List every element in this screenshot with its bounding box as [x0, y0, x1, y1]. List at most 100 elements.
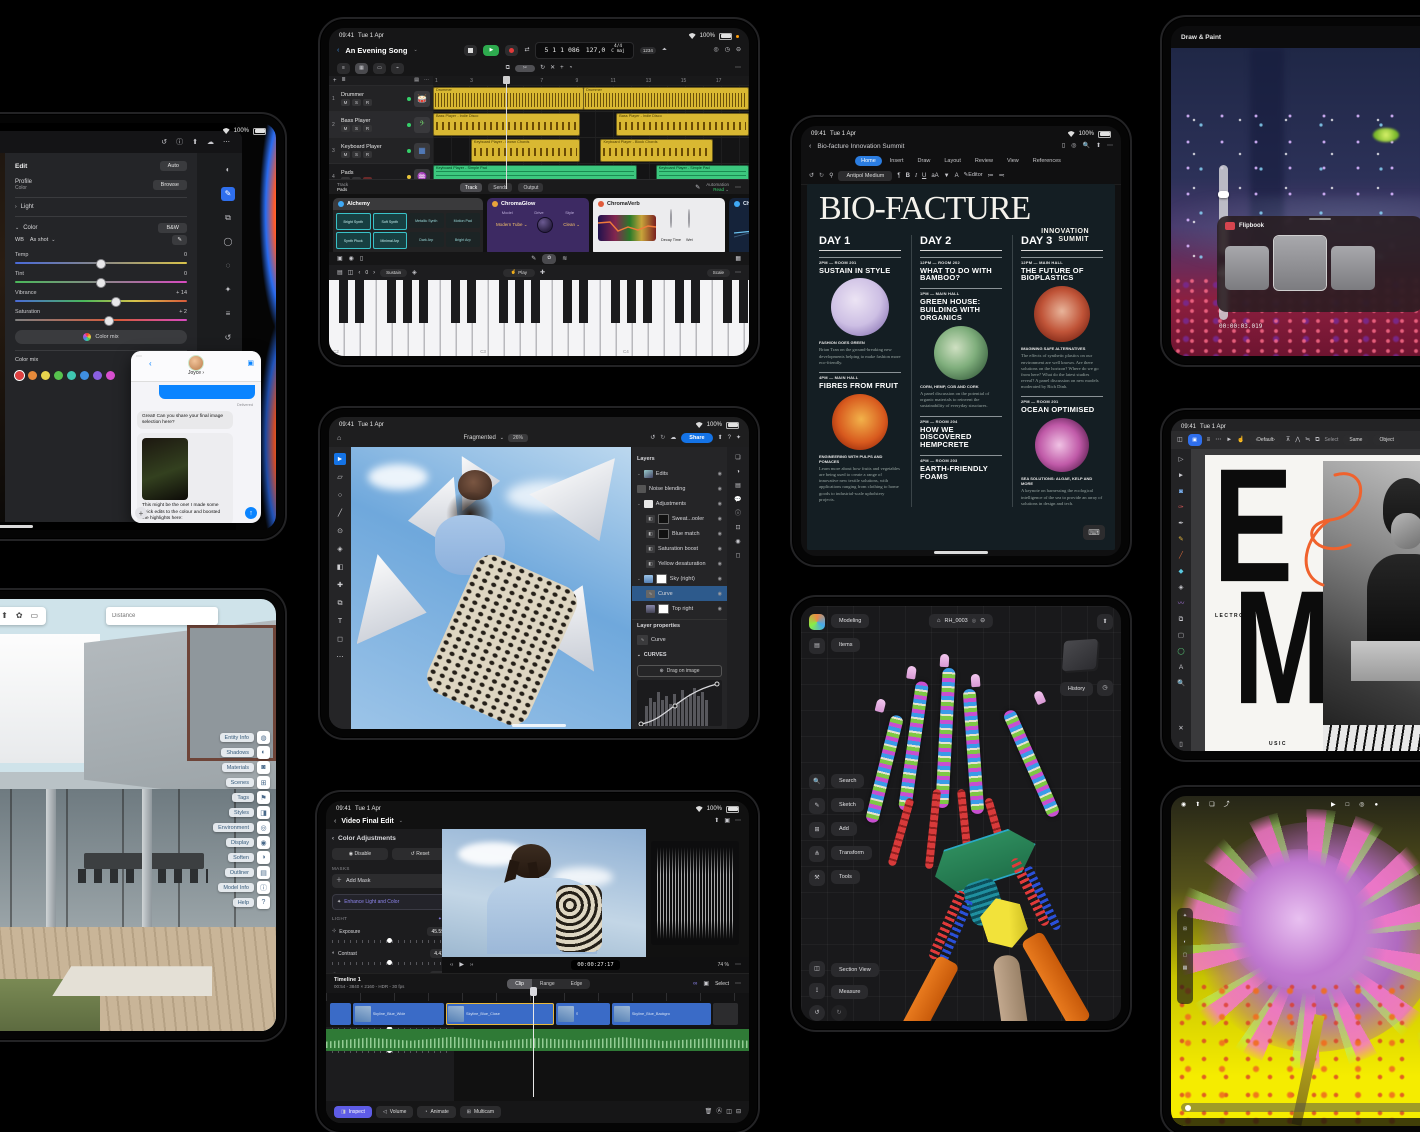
tools-button[interactable]: Tools	[831, 870, 860, 884]
heal-icon[interactable]: ◌	[221, 259, 235, 273]
zoom-level[interactable]: 26%	[508, 434, 528, 442]
track-row-keys[interactable]: 3 Keyboard Player MSR ▦	[329, 138, 433, 164]
render-viewport[interactable]	[1171, 796, 1420, 1126]
tab-review[interactable]: Review	[969, 156, 999, 166]
artboard-tool[interactable]: ◙	[1176, 487, 1187, 498]
vector-brush-tool[interactable]: ✑	[1176, 503, 1187, 514]
brush-icon[interactable]: ✦	[221, 283, 235, 297]
share-icon[interactable]: ⤴	[1224, 802, 1230, 808]
more-icon[interactable]: ⋯	[735, 818, 741, 824]
object-menu[interactable]: Object	[1373, 435, 1399, 445]
crop-icon[interactable]: ⧉	[221, 211, 235, 225]
caption-icon[interactable]: Ⓐ	[716, 1109, 722, 1115]
send-button[interactable]: ↑	[245, 507, 257, 519]
alchemy-pad[interactable]: Bright Synth	[336, 213, 371, 230]
pencil-icon[interactable]: ✎	[531, 256, 536, 262]
tab-sends[interactable]: Sends	[488, 183, 512, 192]
clone-tool[interactable]: ⊙	[334, 525, 346, 537]
share-icon[interactable]: ⬆	[1096, 143, 1101, 149]
audio-track[interactable]	[326, 1029, 749, 1051]
select-tool[interactable]: ▷	[1176, 455, 1187, 466]
region[interactable]: Drummer	[433, 87, 584, 110]
collapse-icon[interactable]: ⊖	[980, 618, 985, 624]
node-icon[interactable]: ☝	[1237, 437, 1244, 443]
automation-icon[interactable]: ⌁	[391, 63, 404, 74]
modeling-button[interactable]: Modeling	[831, 614, 869, 628]
move-tool[interactable]: ►	[334, 453, 346, 465]
settings-icon[interactable]: ✿	[16, 612, 23, 620]
back-icon[interactable]: ‹	[337, 47, 339, 54]
color-section[interactable]: Color	[23, 225, 37, 231]
disable-button[interactable]: ◉ Disable	[332, 848, 388, 860]
region[interactable]: Bass Player - Indie Disco	[433, 113, 580, 136]
history-button[interactable]: History	[1060, 682, 1093, 696]
viewer-zoom[interactable]: 74 %	[718, 962, 729, 968]
record-enable-button[interactable]: R	[363, 99, 372, 106]
layer-top-right[interactable]: Top right◉	[632, 601, 727, 616]
share-icon[interactable]: ⬆	[714, 818, 719, 824]
tab-insert[interactable]: Insert	[884, 156, 910, 166]
octave-up-icon[interactable]: ›	[373, 270, 375, 276]
zoom-tool[interactable]: 🔍	[1176, 679, 1187, 690]
link-icon[interactable]: ∞	[693, 981, 697, 987]
tab-output[interactable]: Output	[518, 183, 543, 192]
add-attachment-button[interactable]: +	[135, 507, 147, 519]
home-icon[interactable]: ⌂	[937, 618, 941, 624]
crop-tool[interactable]: ⧉	[1176, 615, 1187, 626]
more-icon[interactable]: ⋯	[735, 270, 741, 276]
split-icon[interactable]: ◫	[726, 1109, 732, 1115]
camera-icon[interactable]: ▣	[337, 256, 343, 262]
distance-input[interactable]	[106, 607, 218, 625]
tab-home[interactable]: Home	[855, 156, 882, 166]
mute-button[interactable]: M	[341, 99, 350, 106]
tips-icon[interactable]: ◎	[1071, 143, 1076, 149]
transform-button[interactable]: Transform	[831, 846, 872, 860]
document-page[interactable]: BIO-FACTURE INNOVATIONSUMMIT DAY 1 2PM —…	[807, 184, 1115, 550]
tint-slider[interactable]: Tint0	[15, 271, 187, 283]
keys-icon[interactable]: ▤	[337, 270, 343, 276]
app-logo[interactable]	[809, 614, 825, 630]
power-icon[interactable]	[734, 201, 740, 207]
region[interactable]: Keyboard Player - Brown Chords	[471, 139, 580, 162]
brush-tool[interactable]: ╱	[334, 507, 346, 519]
animate-button[interactable]: ◔Animate	[417, 1106, 455, 1118]
lasso-tool[interactable]: ○	[334, 489, 346, 501]
video-call-icon[interactable]: ▣	[247, 360, 254, 367]
device-icon[interactable]: ▭	[31, 612, 39, 620]
alchemy-pad[interactable]: Soft Synth	[373, 213, 408, 230]
bullets-icon[interactable]: ≔	[988, 173, 994, 179]
library-icon[interactable]: ▤	[414, 78, 419, 83]
bold-button[interactable]: B	[906, 173, 910, 179]
shape-tool[interactable]: ◻	[334, 633, 346, 645]
undo-icon[interactable]: ↺	[809, 173, 814, 179]
alchemy-pad[interactable]: Metallic Synth	[409, 213, 444, 228]
layer-adjustments[interactable]: ⌄Adjustments◉	[632, 496, 727, 511]
more-icon[interactable]: ⋯	[735, 981, 741, 987]
project-title[interactable]: An Evening Song	[345, 46, 407, 55]
exposure-slider[interactable]: ⊹Exposure45.59	[332, 927, 448, 944]
vibrance-slider[interactable]: Vibrance+ 14	[15, 290, 187, 302]
saturation-slider[interactable]: Saturation+ 2	[15, 309, 187, 321]
editor-view-icon[interactable]: ▭	[373, 63, 386, 74]
panel-scenes[interactable]: Scenes⊞	[226, 776, 270, 789]
track-row-drummer[interactable]: 1 Drummer MSR 🥁	[329, 86, 433, 112]
render-progress-bar[interactable]	[1181, 1103, 1420, 1112]
more-icon[interactable]: ⋯	[424, 78, 429, 83]
flipbook-frame[interactable]	[1331, 246, 1375, 290]
drive-knob[interactable]	[537, 217, 553, 233]
flipbook-frame[interactable]	[1225, 246, 1269, 290]
scale-button[interactable]: Scale	[707, 269, 730, 277]
versions-icon[interactable]: ≡	[221, 307, 235, 321]
quantize-icon[interactable]: ◔	[569, 65, 573, 71]
view-cube[interactable]	[1062, 639, 1098, 672]
clock-icon[interactable]: ◷	[725, 47, 730, 53]
properties-icon[interactable]: ▤	[735, 483, 741, 489]
pencil-tool[interactable]: ✎	[1176, 535, 1187, 546]
add-mask-button[interactable]: ＋Add Mask	[332, 874, 448, 888]
export-icon[interactable]: ⬆	[1, 612, 8, 620]
clip-skyline-background[interactable]: Skyline_Blue_Backgro	[612, 1003, 712, 1025]
snap-icon[interactable]: ⊼	[1286, 437, 1290, 443]
text-size-button[interactable]: aA	[931, 173, 938, 179]
drag-handle[interactable]	[1309, 218, 1331, 220]
count-in-button[interactable]: 1234	[640, 47, 656, 54]
